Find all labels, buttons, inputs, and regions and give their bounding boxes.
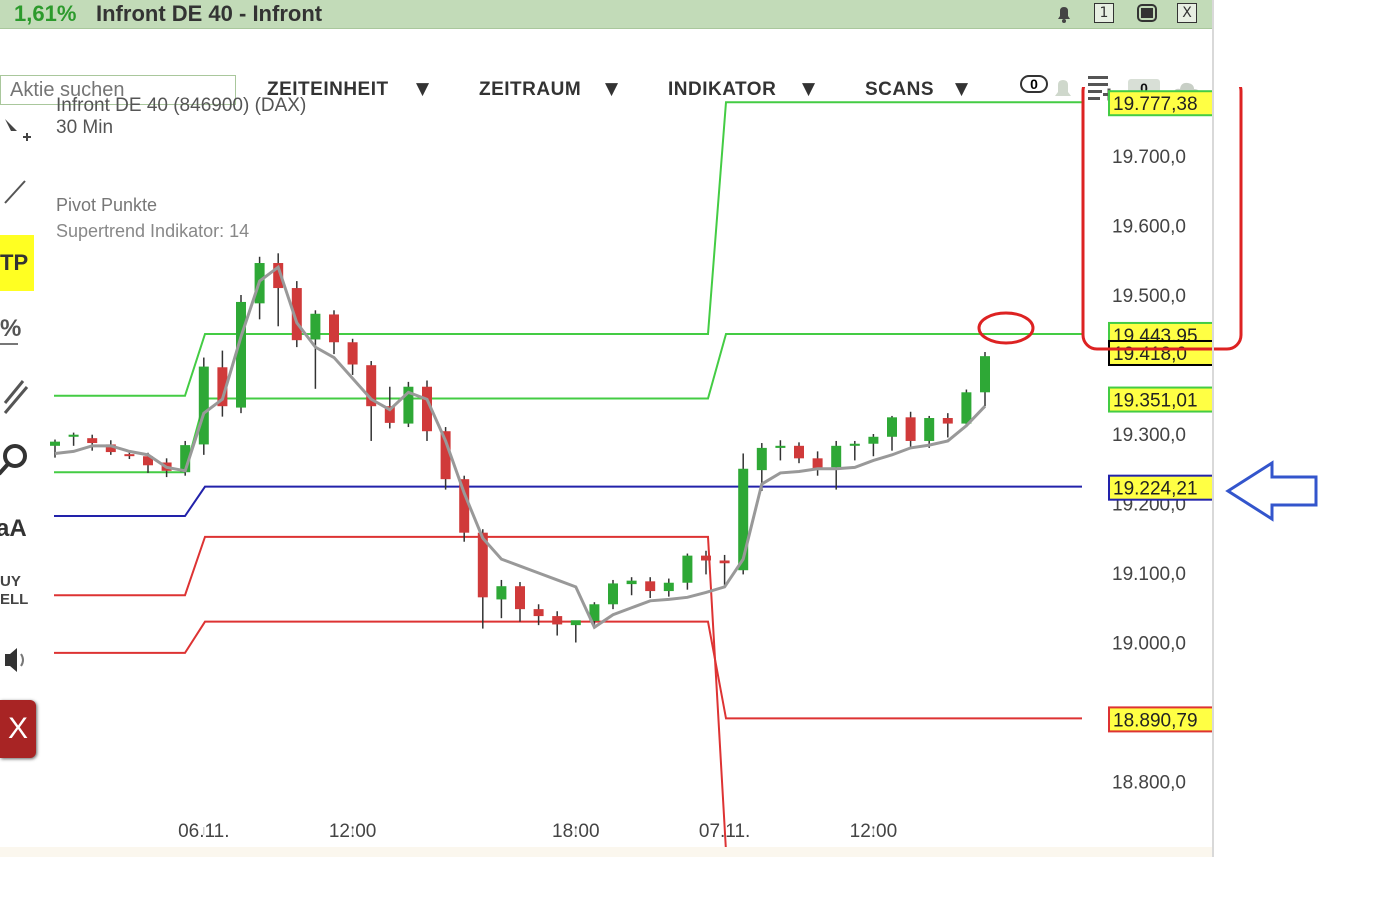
candle-up [570, 620, 581, 626]
candle-up [198, 366, 209, 445]
y-tick-label: 19.500,0 [1112, 286, 1186, 307]
candle-up [663, 582, 674, 592]
candle-down [552, 616, 563, 625]
price-label: 19.777,38 [1108, 90, 1214, 117]
blue-arrow-annotation [1225, 460, 1318, 522]
candle-up [887, 417, 897, 437]
candle-down [812, 458, 823, 469]
candle-up [496, 586, 507, 600]
y-axis-ticks: 19.700,019.600,019.500,019.300,019.200,0… [1112, 147, 1186, 794]
candle-up [626, 580, 637, 585]
price-label: 19.418,0 [1108, 339, 1214, 366]
price-label: 19.224,21 [1108, 474, 1214, 501]
y-tick-label: 19.700,0 [1112, 147, 1186, 168]
chart-toolbar: ZEITEINHEIT ▼ ZEITRAUM ▼ INDIKATOR ▼ SCA… [0, 29, 1212, 105]
price-label: 19.351,01 [1108, 386, 1214, 413]
candle-up [608, 583, 618, 605]
price-label-text: 19.351,01 [1113, 391, 1198, 412]
chart-right-border [1212, 0, 1214, 857]
pivot-line-s2 [54, 620, 1082, 720]
candle-up [831, 445, 842, 468]
x-tick-label: 06.11. [178, 821, 229, 842]
candle-down [719, 560, 730, 564]
annotations [947, 87, 1318, 857]
candle-down [124, 454, 135, 457]
restore-window-icon[interactable] [1136, 3, 1158, 23]
y-tick-label: 19.300,0 [1112, 425, 1186, 446]
instrument-label: Infront DE 40 (846900) (DAX) [56, 95, 306, 116]
candle-up [68, 434, 79, 437]
candle-down [942, 418, 953, 424]
price-label-text: 19.418,0 [1113, 344, 1187, 365]
candle-down [701, 555, 711, 561]
candle-up [924, 418, 935, 441]
close-window-button[interactable]: X [1177, 3, 1197, 23]
candle-down [794, 445, 804, 459]
interval-label: 30 Min [56, 117, 113, 138]
highlight-ellipse-last-candle [977, 311, 1035, 345]
title-bar: 1,61% Infront DE 40 - Infront 1 X [0, 0, 1212, 29]
candle-up [849, 443, 860, 446]
y-tick-label: 18.800,0 [1112, 773, 1186, 794]
title-change-percent: 1,61% [14, 1, 77, 26]
price-label-text: 19.224,21 [1113, 479, 1198, 500]
x-tick-label: 12:00 [329, 821, 377, 842]
x-tick-label: 18:00 [552, 821, 600, 842]
price-label-text: 18.890,79 [1113, 710, 1198, 731]
candle-down [533, 609, 544, 617]
x-tick-label: 07.11. [699, 821, 750, 842]
indicator-supertrend-label: Supertrend Indikator: 14 [56, 221, 249, 241]
candle-down [347, 342, 358, 365]
pivot-lines [54, 101, 1082, 852]
pivot-line-s1 [54, 535, 727, 852]
price-label: 18.890,79 [1108, 706, 1214, 733]
supertrend-line [54, 264, 987, 630]
window-title: Infront DE 40 - Infront [96, 1, 323, 26]
candle-up [868, 436, 879, 444]
candle-up [50, 441, 60, 446]
candle-up [961, 392, 972, 424]
y-tick-label: 19.000,0 [1112, 634, 1186, 655]
pivot-line-pp [54, 485, 1082, 518]
pivot-line-r2 [54, 101, 1082, 397]
candle-down [515, 586, 525, 610]
y-tick-label: 19.600,0 [1112, 217, 1186, 238]
y-tick-label: 19.100,0 [1112, 564, 1186, 585]
candle-up [980, 356, 990, 393]
candle-down [645, 581, 656, 592]
candle-down [905, 417, 916, 441]
chart-grid [203, 827, 874, 835]
price-label-text: 19.777,38 [1113, 94, 1198, 115]
detach-window-button[interactable]: 1 [1094, 3, 1114, 23]
candle-up [756, 447, 767, 471]
candle-up [775, 445, 786, 448]
candle-down [329, 314, 339, 343]
x-axis-ticks: 06.11. 12:00 18:00 07.11. 12:00 [178, 821, 897, 842]
candle-up [236, 301, 246, 408]
x-tick-label: 12:00 [850, 821, 898, 842]
bell-icon[interactable] [1054, 4, 1074, 24]
indicator-pivot-label: Pivot Punkte [56, 195, 157, 215]
chart-footer-strip [0, 847, 1212, 857]
candle-up [310, 313, 321, 340]
candle-up [682, 555, 693, 583]
candle-down [87, 438, 98, 444]
price-chart[interactable]: 19.700,019.600,019.500,019.300,019.200,0… [0, 87, 1374, 857]
